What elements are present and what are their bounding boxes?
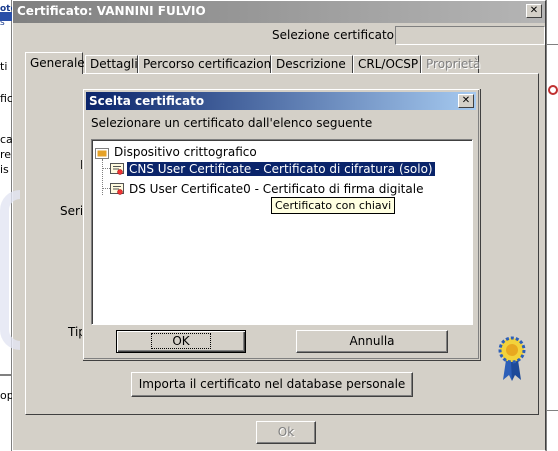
dialog-cancel-button[interactable]: Annulla	[296, 330, 448, 353]
tree-root-device[interactable]: Dispositivo crittografico	[114, 145, 257, 159]
tab-label: Dettagli	[90, 57, 138, 71]
bg-divider	[0, 374, 12, 376]
certificate-icon	[110, 163, 124, 175]
ribbon-badge-icon	[498, 336, 526, 381]
window-close-button[interactable]: ✕	[526, 4, 542, 18]
selection-field[interactable]	[395, 26, 545, 45]
dialog-ok-label: OK	[151, 333, 211, 349]
tab-label: Proprietà	[426, 57, 481, 71]
close-icon: ✕	[461, 95, 471, 106]
tab-crl-ocsp[interactable]: CRL/OCSP	[353, 55, 421, 74]
background-app-right	[546, 0, 558, 451]
tab-percorso-certificazione[interactable]: Percorso certificazione	[138, 55, 279, 74]
tab-label: CRL/OCSP	[358, 57, 419, 71]
tab-label: Percorso certificazione	[143, 57, 279, 71]
tree-item-ds-certificate[interactable]: DS User Certificate0 - Certificato di fi…	[129, 182, 423, 196]
bg-fragment: ti	[0, 60, 8, 73]
bg-toolbar-strip	[0, 12, 12, 21]
bg-divider	[547, 44, 558, 45]
main-ok-button: Ok	[256, 421, 316, 444]
tab-descrizione[interactable]: Descrizione	[271, 55, 353, 74]
tab-label: Descrizione	[276, 57, 346, 71]
bg-divider	[547, 410, 558, 411]
selection-label: Selezione certificato...	[272, 28, 406, 42]
bg-red-icon	[548, 85, 558, 95]
import-certificate-button[interactable]: Importa il certificato nel database pers…	[131, 372, 413, 397]
bg-fragment: re	[0, 148, 12, 161]
tab-proprieta: Proprietà	[421, 55, 481, 74]
dialog-titlebar: Scelta certificato ✕	[86, 92, 476, 110]
tab-dettagli[interactable]: Dettagli	[85, 55, 138, 74]
tree-connector	[102, 188, 110, 189]
certificate-icon	[110, 183, 124, 195]
tooltip: Certificato con chiavi	[271, 197, 396, 214]
window-title: Certificato: VANNINI FULVIO	[17, 4, 206, 18]
window-titlebar: Certificato: VANNINI FULVIO ✕	[13, 1, 545, 23]
tree-connector	[102, 168, 110, 169]
folder-icon	[95, 148, 109, 159]
bg-fragment: ca	[0, 133, 13, 146]
tree-item-cns-certificate[interactable]: CNS User Certificate - Certificato di ci…	[126, 161, 436, 177]
dialog-title: Scelta certificato	[89, 94, 205, 108]
watermark-shape	[0, 190, 20, 350]
dialog-message: Selezionare un certificato dall'elenco s…	[91, 116, 373, 130]
certificate-tree[interactable]: Dispositivo crittografico CNS User Certi…	[91, 139, 473, 325]
close-icon: ✕	[529, 5, 539, 16]
bg-fragment: is	[0, 163, 9, 176]
tab-label: Generale	[30, 56, 85, 70]
dialog-close-button[interactable]: ✕	[458, 94, 474, 108]
tree-connector	[102, 159, 103, 195]
certificate-selection-dialog: Scelta certificato ✕ Selezionare un cert…	[82, 88, 480, 360]
dialog-ok-button[interactable]: OK	[116, 330, 246, 353]
tab-generale[interactable]: Generale	[25, 52, 85, 74]
